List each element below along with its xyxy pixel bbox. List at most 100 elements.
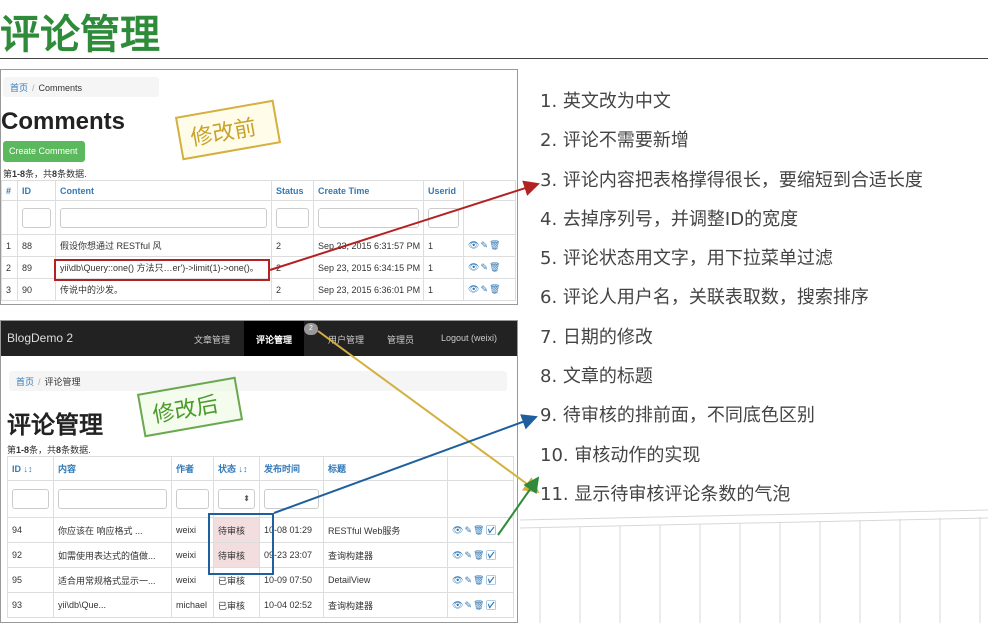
logout-link[interactable]: Logout (weixi) bbox=[441, 333, 497, 343]
column-header-id[interactable]: ID ↓↕ bbox=[7, 456, 54, 481]
nav-item-users[interactable]: 用户管理 bbox=[328, 333, 364, 346]
status-highlight-box bbox=[208, 513, 274, 575]
edit-icon: ✎ bbox=[464, 599, 473, 610]
breadcrumb-current: 评论管理 bbox=[44, 377, 81, 387]
nav-item-comments[interactable]: 评论管理 bbox=[244, 321, 304, 356]
time-filter-input[interactable] bbox=[264, 489, 319, 509]
breadcrumb-separator: / bbox=[32, 83, 35, 93]
page-title: 评论管理 bbox=[7, 412, 103, 439]
userid-filter-input[interactable] bbox=[428, 207, 459, 228]
column-header-content[interactable]: Content bbox=[55, 180, 272, 201]
edit-icon: ✎ bbox=[464, 524, 473, 535]
pending-count-badge: 2 bbox=[304, 323, 318, 335]
delete-icon: 🗑 bbox=[488, 284, 502, 294]
table-header-row: # ID Content Status Create Time Userid bbox=[1, 180, 516, 201]
row-actions[interactable]: 👁✎🗑☑ bbox=[447, 567, 514, 593]
column-header-num: # bbox=[1, 180, 18, 201]
table-row: 3 90 传说中的沙发。 2 Sep 23, 2015 6:36:01 PM 1… bbox=[1, 278, 516, 301]
list-item: 4. 去掉序列号，并调整ID的宽度 bbox=[540, 208, 799, 230]
column-header-content[interactable]: 内容 bbox=[53, 456, 172, 481]
list-item: 10. 审核动作的实现 bbox=[540, 444, 701, 466]
list-item: 9. 待审核的排前面，不同底色区别 bbox=[540, 405, 815, 427]
approve-icon: ☑ bbox=[485, 574, 498, 585]
edit-icon: ✎ bbox=[480, 262, 489, 272]
column-header-actions bbox=[447, 456, 514, 481]
column-header-author[interactable]: 作者 bbox=[171, 456, 214, 481]
delete-icon: 🗑 bbox=[472, 549, 486, 560]
author-filter-input[interactable] bbox=[176, 489, 209, 509]
row-actions[interactable]: 👁✎🗑☑ bbox=[447, 592, 514, 618]
id-filter-input[interactable] bbox=[22, 207, 51, 228]
approve-icon: ☑ bbox=[485, 524, 498, 535]
row-actions[interactable]: 👁✎🗑☑ bbox=[447, 542, 514, 568]
view-icon: 👁 bbox=[452, 574, 465, 585]
edit-icon: ✎ bbox=[480, 240, 489, 250]
status-cell: 已审核 bbox=[213, 592, 260, 618]
view-icon: 👁 bbox=[452, 549, 465, 560]
breadcrumb-home-link[interactable]: 首页 bbox=[16, 377, 34, 387]
delete-icon: 🗑 bbox=[488, 240, 502, 250]
row-actions[interactable]: 👁✎🗑☑ bbox=[447, 517, 514, 543]
navbar: BlogDemo 2 文章管理 评论管理 2 用户管理 管理员 Logout (… bbox=[1, 321, 517, 356]
view-icon: 👁 bbox=[452, 599, 465, 610]
nav-item-admins[interactable]: 管理员 bbox=[387, 333, 414, 346]
column-header-status[interactable]: Status bbox=[271, 180, 314, 201]
table-row: 1 88 假设你想通过 RESTful 风 2 Sep 23, 2015 6:3… bbox=[1, 234, 516, 257]
summary-text: 第1-8条，共8条数据. bbox=[3, 169, 87, 179]
approve-icon: ☑ bbox=[485, 549, 498, 560]
id-filter-input[interactable] bbox=[12, 489, 49, 509]
list-item: 5. 评论状态用文字，用下拉菜单过滤 bbox=[540, 248, 833, 270]
delete-icon: 🗑 bbox=[472, 599, 486, 610]
column-header-id[interactable]: ID bbox=[17, 180, 56, 201]
after-screenshot: BlogDemo 2 文章管理 评论管理 2 用户管理 管理员 Logout (… bbox=[0, 320, 518, 623]
column-header-userid[interactable]: Userid bbox=[423, 180, 464, 201]
status-filter-input[interactable] bbox=[276, 207, 309, 228]
view-icon: 👁 bbox=[468, 240, 481, 250]
content-filter-input[interactable] bbox=[58, 489, 167, 509]
status-filter-select[interactable]: ⬍ bbox=[218, 489, 255, 509]
delete-icon: 🗑 bbox=[472, 574, 486, 585]
view-icon: 👁 bbox=[468, 284, 481, 294]
list-item: 7. 日期的修改 bbox=[540, 326, 653, 348]
list-item: 2. 评论不需要新增 bbox=[540, 130, 689, 152]
edit-icon: ✎ bbox=[480, 284, 489, 294]
row-actions[interactable]: 👁✎🗑 bbox=[463, 278, 516, 301]
title-rule bbox=[0, 58, 988, 59]
breadcrumb-current: Comments bbox=[38, 83, 83, 93]
breadcrumb: 首页 / Comments bbox=[3, 77, 159, 97]
page-title: Comments bbox=[1, 108, 126, 135]
list-item: 3. 评论内容把表格撑得很长，要缩短到合适长度 bbox=[540, 169, 923, 191]
brand-logo[interactable]: BlogDemo 2 bbox=[7, 331, 73, 345]
edit-icon: ✎ bbox=[464, 574, 473, 585]
summary-text: 第1-8条，共8条数据. bbox=[7, 445, 91, 455]
filter-row: ⬍ bbox=[7, 480, 514, 518]
table-row: 93 yii\db\Que... michael 已审核 10-04 02:52… bbox=[7, 592, 514, 618]
breadcrumb-separator: / bbox=[38, 377, 41, 387]
filter-row bbox=[1, 200, 516, 235]
column-header-status[interactable]: 状态 ↓↕ bbox=[213, 456, 260, 481]
list-item: 8. 文章的标题 bbox=[540, 366, 653, 388]
nav-item-posts[interactable]: 文章管理 bbox=[194, 333, 230, 346]
breadcrumb-home-link[interactable]: 首页 bbox=[10, 83, 28, 93]
row-actions[interactable]: 👁✎🗑 bbox=[463, 256, 516, 279]
change-list: 1. 英文改为中文 2. 评论不需要新增 3. 评论内容把表格撑得很长，要缩短到… bbox=[540, 88, 980, 520]
column-header-time[interactable]: 发布时间 bbox=[259, 456, 324, 481]
view-icon: 👁 bbox=[468, 262, 481, 272]
content-filter-input[interactable] bbox=[60, 207, 267, 228]
create-time-filter-input[interactable] bbox=[318, 207, 419, 228]
content-highlight-box bbox=[54, 259, 270, 281]
create-comment-button[interactable]: Create Comment bbox=[3, 141, 85, 162]
column-header-actions bbox=[463, 180, 516, 201]
approve-icon: ☑ bbox=[485, 599, 498, 610]
list-item: 11. 显示待审核评论条数的气泡 bbox=[540, 483, 791, 505]
column-header-create-time[interactable]: Create Time bbox=[313, 180, 424, 201]
table-header-row: ID ↓↕ 内容 作者 状态 ↓↕ 发布时间 标题 bbox=[7, 456, 514, 481]
edit-icon: ✎ bbox=[464, 549, 473, 560]
view-icon: 👁 bbox=[452, 524, 465, 535]
row-actions[interactable]: 👁✎🗑 bbox=[463, 234, 516, 257]
slide-title: 评论管理 bbox=[0, 12, 160, 58]
delete-icon: 🗑 bbox=[472, 524, 486, 535]
list-item: 6. 评论人用户名，关联表取数，搜索排序 bbox=[540, 287, 869, 309]
list-item: 1. 英文改为中文 bbox=[540, 91, 671, 112]
breadcrumb: 首页 / 评论管理 bbox=[9, 371, 507, 391]
